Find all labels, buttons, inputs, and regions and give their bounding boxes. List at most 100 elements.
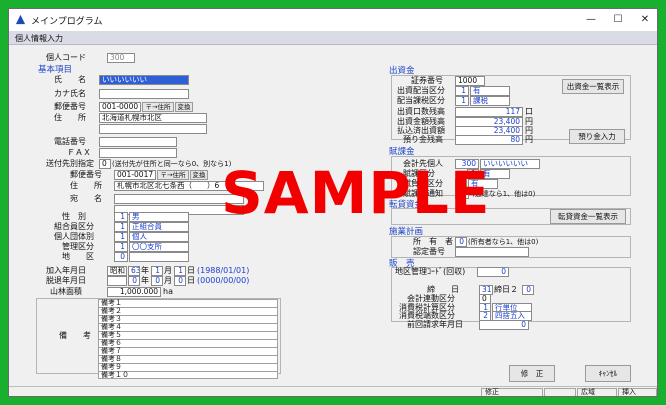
close-button[interactable]: ✕ [632, 12, 657, 28]
join-day-field[interactable]: 1 [174, 266, 186, 276]
sofu-convert-button[interactable]: 変換 [190, 170, 208, 180]
biko-label: 備 考 [59, 331, 91, 340]
kana-input[interactable] [99, 89, 189, 99]
sex-code-input[interactable]: 1 [114, 212, 128, 222]
join-hi-label: 日 [187, 266, 195, 275]
address-line2-input[interactable] [99, 124, 207, 134]
azuke-input-button[interactable]: 預り金入力 [569, 129, 625, 144]
tel-input[interactable] [99, 137, 177, 147]
tel-label: 電話番号 [54, 137, 86, 146]
shime-2-label: 締日２ [494, 285, 518, 294]
sanrin-label: 山林面積 [50, 287, 82, 296]
shoken-label: 証券番号 [411, 76, 443, 85]
zip-input[interactable]: 001-0000 [99, 102, 141, 112]
sofu-zip-label: 郵便番号 [70, 170, 102, 179]
kojin-code-label: 個人コード [46, 53, 86, 62]
kojindan-label: 個人団体別 [54, 232, 94, 241]
leave-day-field[interactable]: 0 [174, 276, 186, 286]
kana-label: カナ氏名 [54, 89, 86, 98]
sofu-address-label: 住 所 [70, 181, 102, 190]
cancel-button[interactable]: ｷｬﾝｾﾙ [585, 365, 631, 382]
atena-label: 宛 名 [70, 194, 102, 203]
join-tsuki-label: 月 [164, 266, 172, 275]
azuke-field[interactable]: 80 [455, 135, 523, 145]
leave-month-field[interactable]: 0 [151, 276, 163, 286]
sofu-zip-input[interactable]: 001-0017 [114, 170, 156, 180]
app-icon [15, 14, 26, 25]
kuchi-unit: 口 [525, 107, 533, 116]
zenkai-field[interactable]: 0 [479, 320, 529, 330]
maximize-button[interactable]: ☐ [605, 12, 631, 28]
shoyu-label: 所 有 者 [413, 237, 453, 246]
tenkan-list-button[interactable]: 転貸資金一覧表示 [550, 209, 626, 224]
shusshi-list-button[interactable]: 出資金一覧表示 [562, 79, 624, 94]
address-label: 住 所 [54, 113, 86, 122]
leave-era-field[interactable] [107, 276, 127, 286]
kumiai-value: 正組合員 [129, 222, 189, 232]
window-title: メインプログラム [31, 17, 103, 27]
fax-label: ＦＡＸ [67, 148, 91, 157]
sample-watermark: SAMPLE [221, 159, 491, 227]
leave-nen-label: 年 [141, 276, 149, 285]
nintei-field[interactable] [455, 247, 529, 257]
kumiai-label: 組合員区分 [54, 222, 94, 231]
chiku-value [129, 252, 189, 262]
sex-value: 男 [129, 212, 189, 222]
kuchi-field[interactable]: 117 [455, 107, 523, 117]
leave-date-label: 脱退年月日 [46, 276, 86, 285]
sanrin-input[interactable]: 1,000.000 [107, 287, 161, 297]
kanri-value: 〇〇支所 [129, 242, 189, 252]
join-western-date: (1988/01/01) [197, 266, 250, 275]
kazei-label: 配当課税区分 [397, 96, 445, 105]
zip-to-address-button[interactable]: 〒→住所 [142, 102, 174, 112]
sofu-label: 送付先別指定 [46, 159, 94, 168]
kuchi-label: 出資口数残高 [397, 107, 445, 116]
shoyu-note: (所有者なら1、他は0) [468, 238, 539, 246]
form-title-bar: 個人情報入力 [9, 31, 657, 45]
kojin-code-field[interactable]: 300 [107, 53, 135, 63]
status-blank [544, 388, 576, 396]
convert-button[interactable]: 変換 [175, 102, 193, 112]
join-era-field[interactable]: 昭和 [107, 266, 127, 276]
nintei-label: 認定番号 [413, 247, 445, 256]
kazei-code-field[interactable]: 1 [455, 96, 469, 106]
save-button[interactable]: 修 正 [509, 365, 555, 382]
haito-code-field[interactable]: 1 [455, 86, 469, 96]
haito-value: 有 [470, 86, 510, 96]
kojindan-value: 個人 [129, 232, 189, 242]
zenkai-label: 前回請求年月日 [407, 320, 463, 329]
shoyu-code[interactable]: 0 [455, 237, 467, 247]
sanrin-unit: ha [163, 287, 173, 296]
fax-input[interactable] [99, 148, 177, 158]
status-bar: 修正 広域 挿入 [9, 386, 657, 396]
name-input[interactable]: いいいいいい [99, 75, 189, 85]
sofu-zip-to-address-button[interactable]: 〒→住所 [157, 170, 189, 180]
azuke-unit: 円 [525, 135, 533, 144]
hanbai-chiku-label: 地区管理ｺｰﾄﾞ(回収) [395, 267, 466, 276]
address-input[interactable]: 北海道札幌市北区 [99, 113, 207, 123]
leave-western-date: (0000/00/00) [197, 276, 250, 285]
sofu-flag-input[interactable]: 0 [99, 159, 111, 169]
join-month-field[interactable]: 1 [151, 266, 163, 276]
leave-year-field[interactable]: 0 [128, 276, 140, 286]
status-insert: 挿入 [618, 388, 657, 396]
kojindan-code-input[interactable]: 1 [114, 232, 128, 242]
kihon-section-title: 基本項目 [38, 65, 73, 75]
chiku-code-input[interactable]: 0 [114, 252, 128, 262]
join-year-field[interactable]: 63 [128, 266, 140, 276]
biko-line[interactable]: 備考１０ [98, 371, 278, 379]
title-bar: メインプログラム — ☐ ✕ [9, 9, 657, 31]
hanbai-chiku-field[interactable]: 0 [477, 267, 509, 277]
kumiai-code-input[interactable]: 1 [114, 222, 128, 232]
join-nen-label: 年 [141, 266, 149, 275]
kanri-code-input[interactable]: 1 [114, 242, 128, 252]
join-date-label: 加入年月日 [46, 266, 86, 275]
status-area: 広域 [577, 388, 617, 396]
sex-label: 性 別 [62, 212, 86, 221]
shime-2-field[interactable]: 0 [522, 285, 534, 295]
minimize-button[interactable]: — [578, 12, 604, 28]
chiku-label: 地 区 [62, 252, 94, 261]
shoken-field[interactable]: 1000 [455, 76, 485, 86]
sofu-note: (送付先が住所と同一なら0、別なら1) [112, 160, 232, 168]
form-title: 個人情報入力 [15, 34, 63, 43]
